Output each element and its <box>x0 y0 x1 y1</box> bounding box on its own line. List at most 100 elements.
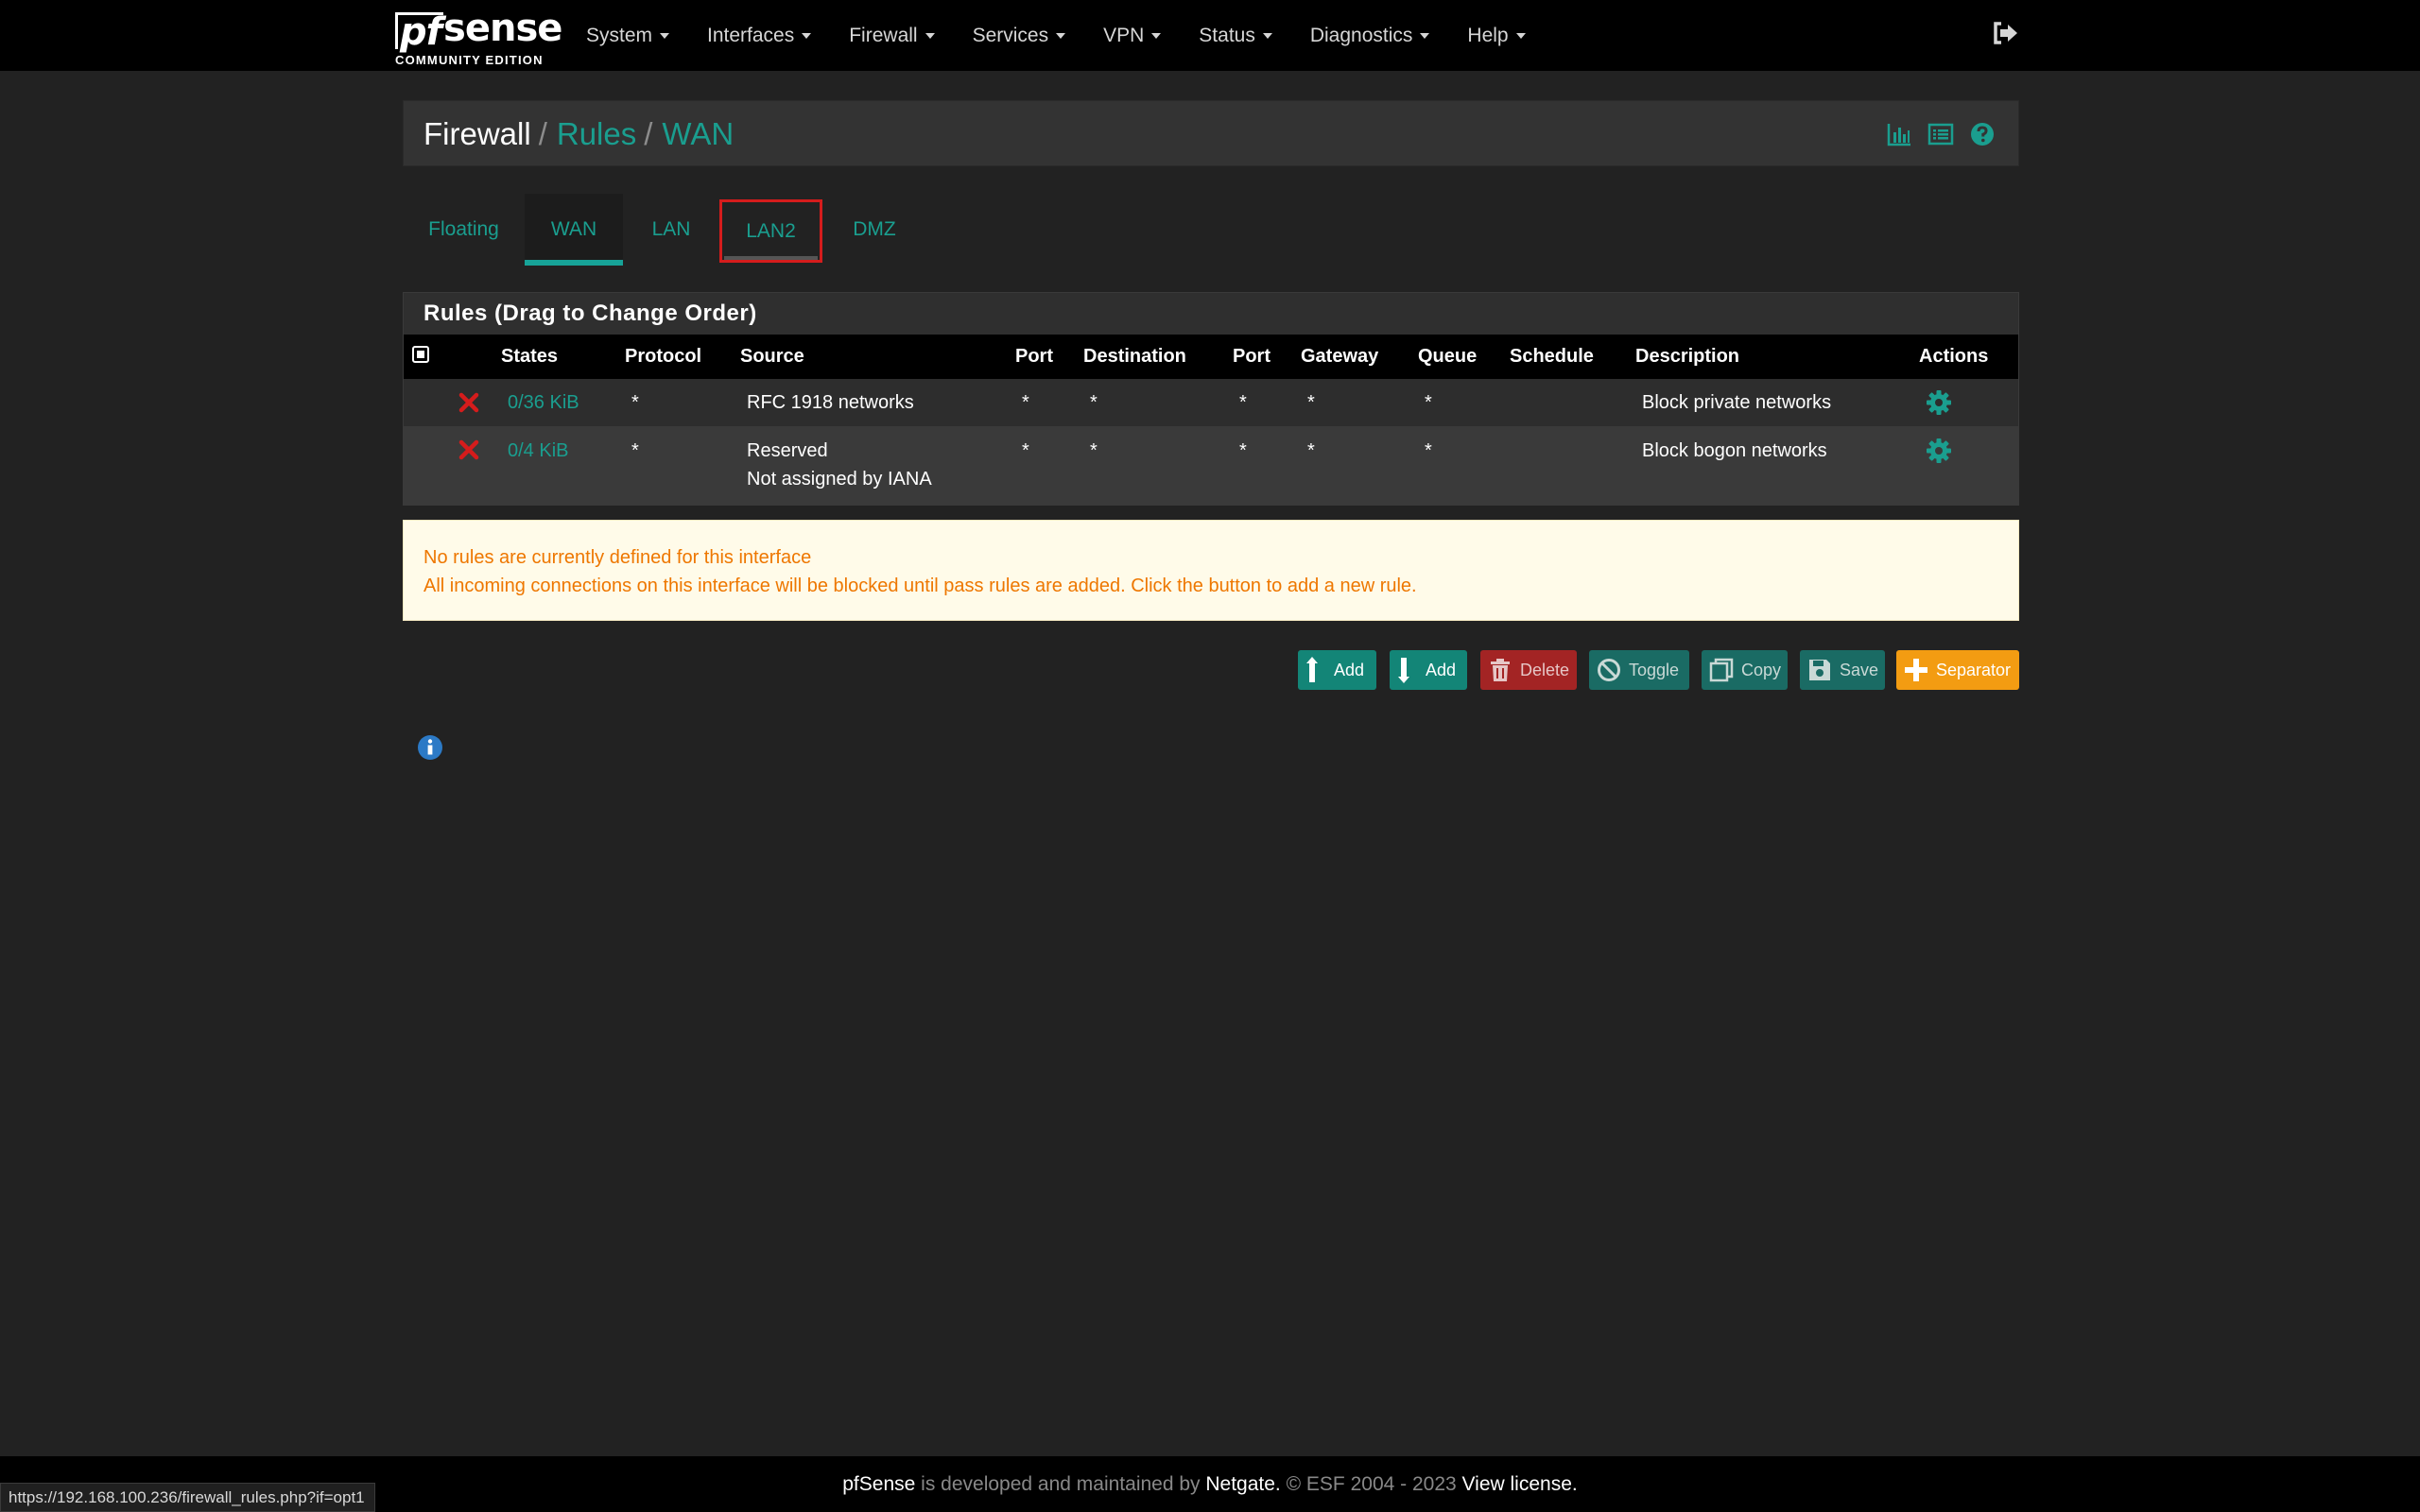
rule-destination: * <box>1090 440 1098 461</box>
column-header-gateway[interactable]: Gateway <box>1301 346 1378 368</box>
save-button[interactable]: Save <box>1800 650 1885 690</box>
nav-system[interactable]: System <box>567 0 688 71</box>
rule-gateway: * <box>1307 392 1315 413</box>
rule-states-link[interactable]: 0/4 KiB <box>508 440 568 462</box>
column-header-dest-port[interactable]: Port <box>1233 346 1270 368</box>
block-x-icon <box>458 392 479 413</box>
nav-interfaces-label: Interfaces <box>707 24 795 46</box>
caret-down-icon <box>660 32 670 39</box>
table-row[interactable]: 0/4 KiB * Reserved Not assigned by IANA … <box>404 426 2018 506</box>
breadcrumb-separator: / <box>644 116 653 151</box>
select-all-checkbox[interactable] <box>412 346 429 363</box>
footer-netgate-link[interactable]: Netgate. <box>1205 1473 1280 1496</box>
bar-chart-icon[interactable] <box>1886 121 1912 147</box>
nav-help-label: Help <box>1467 24 1509 46</box>
rule-dest-port: * <box>1239 392 1247 413</box>
rule-dest-port: * <box>1239 440 1247 461</box>
warning-line-1: No rules are currently defined for this … <box>424 547 812 568</box>
logo-subtitle: COMMUNITY EDITION <box>395 53 544 67</box>
gear-icon[interactable] <box>1926 438 1952 464</box>
tab-wan[interactable]: WAN <box>525 194 623 266</box>
add-bottom-button[interactable]: Add <box>1390 650 1467 690</box>
footer-text: is developed and maintained by <box>921 1472 1201 1495</box>
nav-vpn-label: VPN <box>1103 24 1145 46</box>
trash-icon <box>1491 659 1510 681</box>
breadcrumb-separator: / <box>538 116 547 151</box>
rule-source: RFC 1918 networks <box>747 392 914 413</box>
info-circle-icon[interactable] <box>416 733 444 762</box>
caret-down-icon <box>802 32 812 39</box>
footer-license-link[interactable]: View license. <box>1462 1473 1578 1496</box>
breadcrumb-rules-link[interactable]: Rules <box>557 115 636 153</box>
save-label: Save <box>1840 660 1879 679</box>
top-navbar: pf sense COMMUNITY EDITION System Interfa… <box>0 0 2420 71</box>
plus-icon <box>1905 659 1927 681</box>
rules-panel-title: Rules (Drag to Change Order) <box>404 293 2018 335</box>
breadcrumb-firewall: Firewall <box>424 116 531 151</box>
arrow-down-icon <box>1398 658 1409 683</box>
footer-brand: pfSense <box>842 1472 916 1495</box>
delete-label: Delete <box>1520 660 1570 679</box>
rule-protocol: * <box>631 392 639 413</box>
rule-source-detail: Not assigned by IANA <box>747 469 932 490</box>
caret-down-icon <box>1420 32 1430 39</box>
sign-out-icon[interactable] <box>1991 19 2019 47</box>
logo-pf-text: pf <box>395 12 444 51</box>
block-x-icon <box>458 439 479 460</box>
caret-down-icon <box>1515 32 1526 39</box>
nav-status[interactable]: Status <box>1180 0 1291 71</box>
breadcrumb-wan-link[interactable]: WAN <box>662 115 734 153</box>
tab-floating[interactable]: Floating <box>403 194 525 266</box>
delete-button[interactable]: Delete <box>1480 650 1577 690</box>
column-header-port[interactable]: Port <box>1015 346 1053 368</box>
list-icon[interactable] <box>1927 121 1954 147</box>
rule-protocol: * <box>631 440 639 461</box>
copy-icon <box>1709 658 1734 682</box>
column-header-protocol[interactable]: Protocol <box>625 346 701 368</box>
tab-lan[interactable]: LAN <box>623 194 719 266</box>
caret-down-icon <box>1262 32 1272 39</box>
tab-lan2[interactable]: LAN2 <box>719 199 822 263</box>
logo-sense-text: sense <box>443 7 562 50</box>
nav-interfaces[interactable]: Interfaces <box>688 0 830 71</box>
nav-help[interactable]: Help <box>1448 0 1544 71</box>
rule-queue: * <box>1425 440 1432 461</box>
separator-button[interactable]: Separator <box>1896 650 2019 690</box>
rules-table-header: States Protocol Source Port Destination … <box>404 335 2018 379</box>
table-row[interactable]: 0/36 KiB * RFC 1918 networks * * * * * B… <box>404 379 2018 426</box>
caret-down-icon <box>1151 32 1162 39</box>
toggle-button[interactable]: Toggle <box>1589 650 1689 690</box>
column-header-actions: Actions <box>1919 346 1989 367</box>
breadcrumb: Firewall / Rules / WAN <box>403 100 2019 166</box>
warning-line-2: All incoming connections on this interfa… <box>424 576 1417 596</box>
column-header-description[interactable]: Description <box>1635 346 1739 368</box>
add-top-button[interactable]: Add <box>1298 650 1376 690</box>
nav-firewall[interactable]: Firewall <box>830 0 953 71</box>
floppy-disk-icon <box>1809 660 1830 680</box>
rule-queue: * <box>1425 392 1432 413</box>
nav-status-label: Status <box>1199 24 1255 46</box>
caret-down-icon <box>1056 32 1066 39</box>
column-header-destination[interactable]: Destination <box>1083 346 1186 368</box>
nav-services[interactable]: Services <box>954 0 1085 71</box>
caret-down-icon <box>925 32 935 39</box>
add-top-label: Add <box>1334 660 1365 679</box>
column-header-source[interactable]: Source <box>740 346 804 368</box>
gear-icon[interactable] <box>1926 389 1952 416</box>
help-circle-icon[interactable] <box>1969 121 1996 147</box>
copy-button[interactable]: Copy <box>1702 650 1788 690</box>
rule-description: Block bogon networks <box>1642 440 1827 461</box>
tab-dmz[interactable]: DMZ <box>822 194 926 266</box>
pfsense-logo[interactable]: pf sense COMMUNITY EDITION <box>395 8 562 67</box>
column-header-states[interactable]: States <box>501 346 558 368</box>
rule-states-link[interactable]: 0/36 KiB <box>508 392 579 414</box>
nav-diagnostics-label: Diagnostics <box>1309 24 1413 46</box>
copy-label: Copy <box>1741 660 1782 679</box>
nav-vpn[interactable]: VPN <box>1084 0 1180 71</box>
column-header-schedule[interactable]: Schedule <box>1510 346 1594 368</box>
nav-diagnostics[interactable]: Diagnostics <box>1291 0 1449 71</box>
rule-destination: * <box>1090 392 1098 413</box>
main-menu: System Interfaces Firewall Services VPN … <box>567 0 1545 71</box>
column-header-queue[interactable]: Queue <box>1418 346 1477 368</box>
separator-label: Separator <box>1936 660 2012 679</box>
